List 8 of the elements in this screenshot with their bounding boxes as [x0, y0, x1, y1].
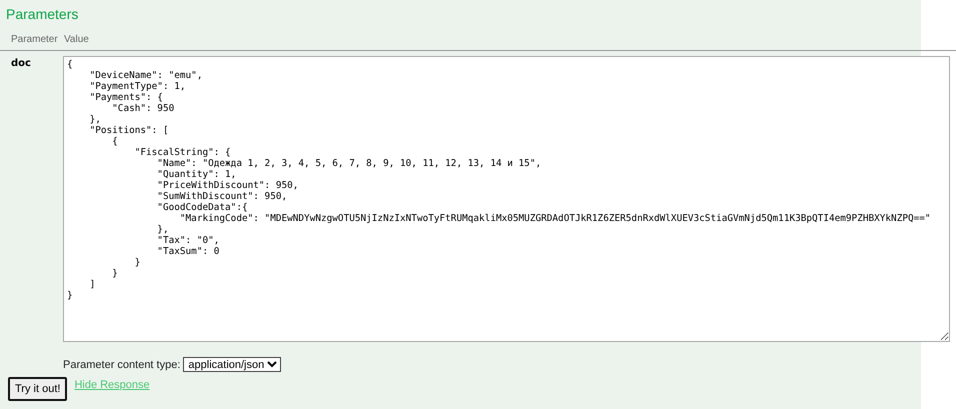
json-editor[interactable]: { "DeviceName": "emu", "PaymentType": 1, "Payments": { "Cash": 950 }, "Positions": [ { "FiscalString": { "Name": "Одежда 1, 2, 3, 4, 5, 6, 7, 8, 9, 10, 11, 12, 13, 14 и 15", "Quantity": 1, "PriceWithDiscount": 950, "SumWithDiscount": 950, "GoodCodeData":{ "MarkingCode": "MDEwNDYwNzgwOTU5NjIzNzIxNTwoTyFtRUMqakliMx05MUZGRDAdOTJkR1Z6ZER5dnRxdWlXUEV3cStiaGVmNjd5Qm11K3BpQTI4em9PZHBXYkNZPQ==" }, "Tax": "0", "TaxSum": 0 } } ] }	[63, 56, 950, 342]
content-type-label: Parameter content type:	[63, 358, 180, 370]
section-title: Parameters	[5, 5, 80, 24]
try-it-out-button[interactable]: Try it out!	[8, 377, 68, 401]
column-header: Value	[64, 34, 89, 47]
column-header: Parameter	[11, 34, 59, 47]
content-type-select[interactable]: application/json	[183, 357, 282, 372]
parameter-name: doc	[10, 57, 32, 71]
